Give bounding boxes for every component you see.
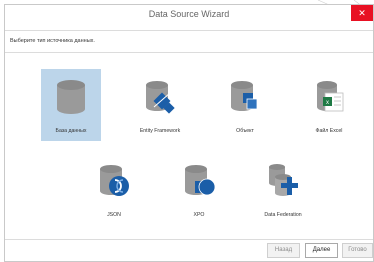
- tile-entity-framework[interactable]: Entity Framework: [130, 69, 190, 141]
- tile-xpo[interactable]: XPO: [169, 153, 229, 225]
- tile-label: База данных: [55, 128, 87, 134]
- xpo-icon: [185, 165, 215, 196]
- tile-label: Entity Framework: [139, 128, 181, 134]
- back-button[interactable]: Назад: [267, 243, 300, 258]
- svg-text:x: x: [326, 100, 329, 106]
- window-title: Data Source Wizard: [148, 9, 230, 19]
- tile-excel[interactable]: x Файл Excel: [299, 69, 359, 141]
- tile-label: XPO: [193, 212, 205, 218]
- header-divider: [5, 30, 373, 31]
- content-divider: [5, 52, 373, 53]
- page-subtitle: Выберите тип источника данных.: [10, 38, 95, 44]
- database-icon: [57, 80, 85, 114]
- object-icon: [231, 81, 258, 111]
- json-icon: [100, 165, 129, 196]
- tile-data-federation[interactable]: Data Federation: [253, 153, 313, 225]
- wizard-window: Data Source Wizard ✕ Выберите тип источн…: [4, 4, 374, 262]
- tile-label: Файл Excel: [315, 128, 343, 134]
- footer-divider: [5, 239, 373, 240]
- close-button[interactable]: ✕: [351, 5, 373, 21]
- finish-button[interactable]: Готово: [342, 243, 373, 258]
- entity-framework-icon: [146, 81, 175, 114]
- data-federation-icon: [269, 164, 298, 196]
- excel-file-icon: x: [317, 81, 344, 112]
- next-button[interactable]: Далее: [305, 243, 338, 258]
- close-icon: ✕: [358, 8, 366, 18]
- tile-object[interactable]: Объект: [215, 69, 275, 141]
- tile-database[interactable]: База данных: [41, 69, 101, 141]
- tile-json[interactable]: JSON: [84, 153, 144, 225]
- tile-label: Объект: [236, 128, 254, 134]
- title-bar: Data Source Wizard: [5, 5, 373, 25]
- tile-label: JSON: [107, 212, 121, 218]
- tile-label: Data Federation: [264, 212, 302, 218]
